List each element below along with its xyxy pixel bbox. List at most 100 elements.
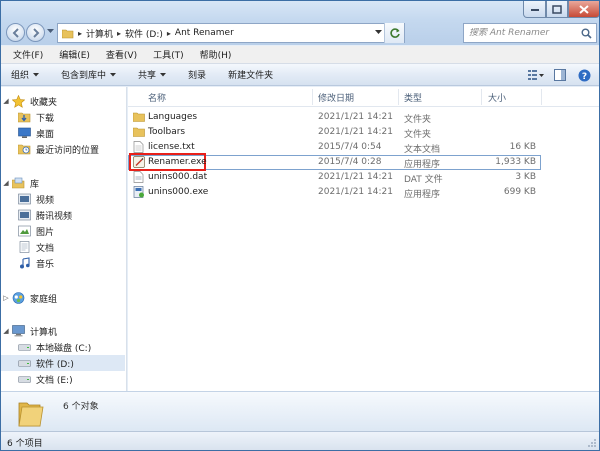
navigation-pane: ◢ 收藏夹 下载 桌面 最近访问的位置 ◢ 库 视频 腾讯视频 图片 文档 音乐… xyxy=(1,87,127,391)
search-icon[interactable] xyxy=(581,28,592,39)
folder-large-icon xyxy=(18,402,44,427)
nav-homegroup[interactable]: ▷ 家庭组 xyxy=(1,290,125,306)
recent-pages-dropdown-icon[interactable] xyxy=(47,29,54,34)
menu-file[interactable]: 文件(F) xyxy=(5,48,51,61)
minimize-button[interactable] xyxy=(523,1,546,18)
local-disk-icon xyxy=(17,360,31,367)
breadcrumb-item-ant-renamer[interactable]: Ant Renamer xyxy=(175,28,234,38)
minimize-icon xyxy=(530,9,539,11)
file-row-unins000-exe[interactable]: unins000.exe 2021/1/21 14:21 应用程序 699 KB xyxy=(128,185,599,200)
file-row-unins000-dat[interactable]: unins000.dat 2021/1/21 14:21 DAT 文件 3 KB xyxy=(128,170,599,185)
close-icon xyxy=(579,4,589,14)
burn-button[interactable]: 刻录 xyxy=(188,68,206,81)
breadcrumb-item-drive-d[interactable]: 软件 (D:) xyxy=(125,27,163,40)
dat-file-icon xyxy=(133,171,144,183)
nav-drive-c[interactable]: 本地磁盘 (C:) xyxy=(1,339,125,355)
library-icon xyxy=(11,177,24,189)
forward-button[interactable] xyxy=(26,23,45,42)
nav-desktop[interactable]: 桌面 xyxy=(1,125,125,141)
object-count: 6 个对象 xyxy=(63,402,99,412)
documents-library-icon xyxy=(19,241,29,253)
column-size[interactable]: 大小 xyxy=(488,91,506,104)
organize-button[interactable]: 组织 xyxy=(11,68,40,81)
refresh-button[interactable] xyxy=(384,23,404,43)
app-icon xyxy=(133,156,145,168)
column-date[interactable]: 修改日期 xyxy=(318,91,354,104)
star-icon xyxy=(11,94,25,108)
nav-drive-d[interactable]: 软件 (D:) xyxy=(1,355,125,371)
address-bar[interactable]: ▸ 计算机 ▸ 软件 (D:) ▸ Ant Renamer xyxy=(57,23,405,43)
pictures-library-icon xyxy=(17,225,31,237)
title-bar: ▸ 计算机 ▸ 软件 (D:) ▸ Ant Renamer xyxy=(1,1,599,45)
file-row-toolbars[interactable]: Toolbars 2021/1/21 14:21 文件夹 xyxy=(128,125,599,140)
breadcrumb-item-computer[interactable]: 计算机 xyxy=(86,27,113,40)
file-row-languages[interactable]: Languages 2021/1/21 14:21 文件夹 xyxy=(128,110,599,125)
arrow-left-icon xyxy=(12,27,19,38)
file-row-renamer-exe[interactable]: Renamer.exe 2015/7/4 0:28 应用程序 1,933 KB xyxy=(128,153,541,171)
share-button[interactable]: 共享 xyxy=(138,68,167,81)
resize-grip-icon[interactable] xyxy=(587,438,597,448)
search-input[interactable] xyxy=(464,28,576,38)
nav-libraries[interactable]: ◢ 库 xyxy=(1,175,125,191)
breadcrumb: ▸ 计算机 ▸ 软件 (D:) ▸ Ant Renamer xyxy=(78,27,234,40)
help-button[interactable]: ? xyxy=(575,67,593,83)
status-bar: 6 个项目 xyxy=(1,431,599,450)
new-folder-button[interactable]: 新建文件夹 xyxy=(228,68,273,81)
column-type[interactable]: 类型 xyxy=(404,91,422,104)
nav-pictures[interactable]: 图片 xyxy=(1,223,125,239)
column-name[interactable]: 名称 xyxy=(148,91,166,104)
nav-downloads[interactable]: 下载 xyxy=(1,109,125,125)
view-controls: ? xyxy=(521,67,593,83)
nav-tencent-video[interactable]: 腾讯视频 xyxy=(1,207,125,223)
refresh-icon xyxy=(389,28,400,38)
music-library-icon xyxy=(19,257,30,269)
expand-icon[interactable]: ▷ xyxy=(1,294,11,302)
expand-icon[interactable]: ◢ xyxy=(1,179,11,187)
back-button[interactable] xyxy=(6,23,25,42)
computer-icon xyxy=(11,325,25,337)
chevron-down-icon xyxy=(160,72,167,76)
download-folder-icon xyxy=(17,112,30,123)
nav-favorites[interactable]: ◢ 收藏夹 xyxy=(1,93,125,109)
include-in-library-button[interactable]: 包含到库中 xyxy=(61,68,117,81)
expand-icon[interactable]: ◢ xyxy=(1,327,11,335)
folder-icon xyxy=(133,112,145,122)
preview-pane-button[interactable] xyxy=(551,67,569,83)
menu-view[interactable]: 查看(V) xyxy=(98,48,145,61)
recent-places-icon xyxy=(17,144,30,155)
local-disk-icon xyxy=(17,376,31,383)
nav-drive-e[interactable]: 文档 (E:) xyxy=(1,371,125,387)
status-text: 6 个项目 xyxy=(7,439,43,449)
menu-help[interactable]: 帮助(H) xyxy=(192,48,240,61)
text-file-icon xyxy=(133,141,144,153)
uninstaller-icon xyxy=(133,186,144,198)
column-header: 名称 修改日期 类型 大小 xyxy=(128,87,599,107)
nav-recent-places[interactable]: 最近访问的位置 xyxy=(1,141,125,157)
menu-tools[interactable]: 工具(T) xyxy=(145,48,192,61)
command-bar: 组织 包含到库中 共享 刻录 新建文件夹 ? xyxy=(1,64,599,86)
maximize-button[interactable] xyxy=(546,1,568,18)
maximize-icon xyxy=(552,4,562,14)
close-button[interactable] xyxy=(568,1,599,18)
arrow-right-icon xyxy=(32,27,39,38)
explorer-window: ▸ 计算机 ▸ 软件 (D:) ▸ Ant Renamer 文件(F) 编辑(E… xyxy=(0,0,600,451)
preview-pane-icon xyxy=(554,69,566,81)
nav-documents[interactable]: 文档 xyxy=(1,239,125,255)
nav-computer[interactable]: ◢ 计算机 xyxy=(1,323,125,339)
help-icon: ? xyxy=(578,69,590,82)
change-view-button[interactable] xyxy=(527,67,545,83)
menu-edit[interactable]: 编辑(E) xyxy=(51,48,98,61)
nav-music[interactable]: 音乐 xyxy=(1,255,125,271)
tencent-video-library-icon xyxy=(17,209,31,221)
view-options-icon xyxy=(528,70,544,80)
desktop-icon xyxy=(17,127,31,138)
address-dropdown-icon[interactable] xyxy=(375,30,382,35)
nav-videos[interactable]: 视频 xyxy=(1,191,125,207)
menu-bar: 文件(F) 编辑(E) 查看(V) 工具(T) 帮助(H) xyxy=(1,46,599,64)
folder-icon xyxy=(133,127,145,137)
file-list: 名称 修改日期 类型 大小 Languages 2021/1/21 14:21 … xyxy=(128,87,599,391)
expand-icon[interactable]: ◢ xyxy=(1,97,11,105)
chevron-down-icon xyxy=(33,72,40,76)
local-disk-icon xyxy=(17,344,31,351)
search-box[interactable] xyxy=(463,23,597,43)
